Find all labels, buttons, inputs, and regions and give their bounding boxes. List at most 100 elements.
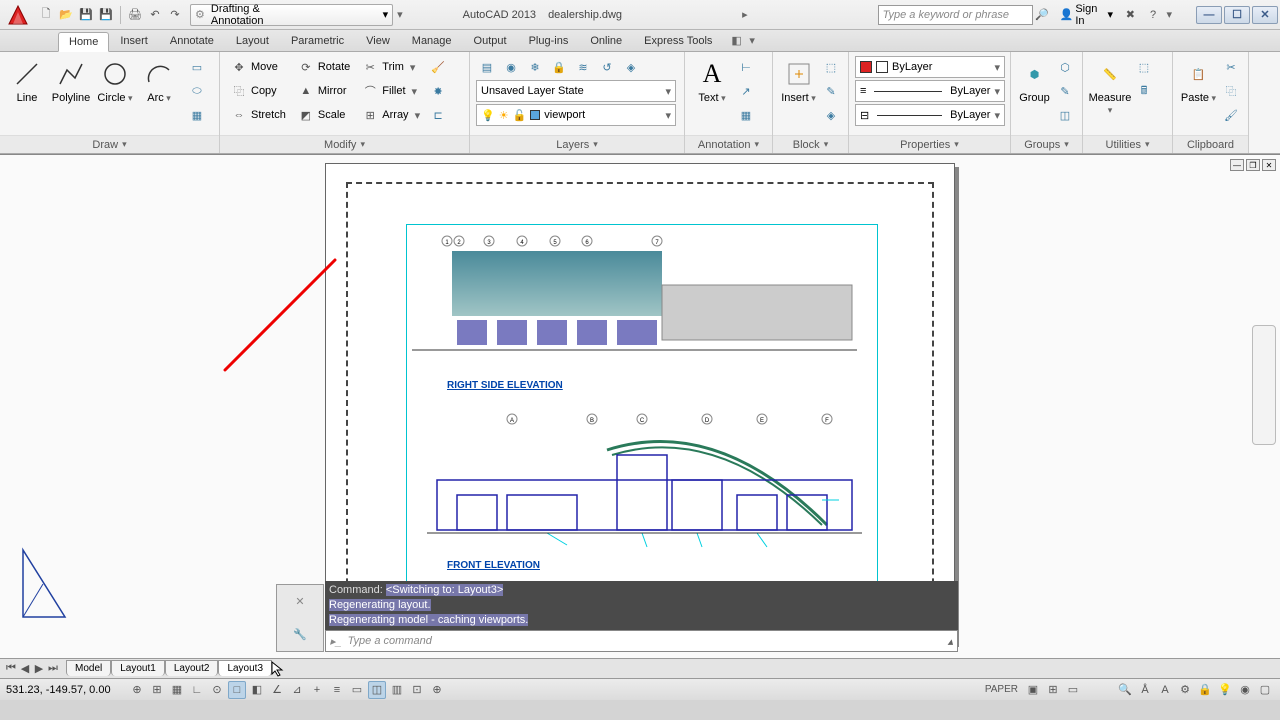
panel-modify[interactable]: Modify — [220, 135, 469, 153]
ellipse-icon[interactable]: ⬭ — [186, 80, 208, 102]
panel-clipboard[interactable]: Clipboard — [1173, 135, 1248, 153]
copy-clip-icon[interactable]: ⿻ — [1220, 80, 1242, 102]
polar-icon[interactable]: ⊙ — [208, 681, 226, 699]
close-cmd-icon[interactable]: ✕ — [277, 585, 323, 618]
edit-block-icon[interactable]: ✎ — [820, 80, 842, 102]
panel-annotation[interactable]: Annotation — [685, 135, 772, 153]
layer-props-icon[interactable]: ▤ — [476, 56, 498, 78]
tab-layout[interactable]: Layout — [225, 31, 280, 51]
toolbar-lock-icon[interactable]: 🔒 — [1196, 681, 1214, 699]
featured-apps-icon[interactable]: ◧ — [731, 34, 745, 48]
command-window[interactable]: Command: <Switching to: Layout3> Regener… — [325, 581, 958, 652]
arc-button[interactable]: Arc — [138, 56, 180, 104]
tab-home[interactable]: Home — [58, 32, 109, 52]
panel-groups[interactable]: Groups — [1011, 135, 1082, 153]
layer-match-icon[interactable]: ≋ — [572, 56, 594, 78]
new-icon[interactable]: 🗋 — [37, 6, 55, 24]
layer-lock-icon[interactable]: 🔒 — [548, 56, 570, 78]
layer-prev-icon[interactable]: ↺ — [596, 56, 618, 78]
exchange-icon[interactable]: ✖ — [1121, 5, 1140, 25]
command-recent-icon[interactable]: ▴ — [947, 635, 953, 648]
app-logo[interactable] — [2, 3, 33, 27]
tab-manage[interactable]: Manage — [401, 31, 463, 51]
array-button[interactable]: ⊞Array▾ — [357, 104, 425, 126]
match-prop-icon[interactable]: 🖌 — [1220, 104, 1242, 126]
qat-more-icon[interactable]: ▾ — [397, 8, 403, 21]
autoadd-scale-icon[interactable]: A — [1156, 681, 1174, 699]
layout-next-icon[interactable]: ▶ — [32, 662, 46, 676]
panel-draw[interactable]: Draw — [0, 135, 219, 153]
open-icon[interactable]: 📂 — [57, 6, 75, 24]
group-edit-icon[interactable]: ✎ — [1054, 80, 1076, 102]
save-icon[interactable]: 💾 — [77, 6, 95, 24]
tab-annotate[interactable]: Annotate — [159, 31, 225, 51]
panel-layers[interactable]: Layers — [470, 135, 684, 153]
leader-icon[interactable]: ↗ — [735, 80, 757, 102]
create-block-icon[interactable]: ⬚ — [820, 56, 842, 78]
ribbon-minimize-icon[interactable]: ▾ — [749, 34, 755, 47]
3dosnap-icon[interactable]: ◧ — [248, 681, 266, 699]
quickview-drawings-icon[interactable]: ▭ — [1064, 681, 1082, 699]
dyn-icon[interactable]: + — [308, 681, 326, 699]
panel-properties[interactable]: Properties — [849, 135, 1010, 153]
tab-plugins[interactable]: Plug-ins — [518, 31, 580, 51]
fillet-button[interactable]: ⌒Fillet▾ — [357, 80, 425, 102]
quickview-layouts-icon[interactable]: ⊞ — [1044, 681, 1062, 699]
qp-icon[interactable]: ◫ — [368, 681, 386, 699]
isolate-icon[interactable]: ◉ — [1236, 681, 1254, 699]
polyline-button[interactable]: Polyline — [50, 56, 92, 104]
infer-constraints-icon[interactable]: ⊕ — [128, 681, 146, 699]
layer-iso-icon[interactable]: ◈ — [620, 56, 642, 78]
explode-icon[interactable]: ✸ — [427, 80, 449, 102]
infocenter-icon[interactable]: 🔎 — [1033, 5, 1052, 25]
close-button[interactable]: ✕ — [1252, 6, 1278, 24]
mirror-button[interactable]: ▲Mirror — [293, 80, 355, 102]
offset-icon[interactable]: ⊏ — [427, 104, 449, 126]
doc-restore-icon[interactable]: ❐ — [1246, 159, 1260, 171]
move-button[interactable]: ✥Move — [226, 56, 291, 78]
circle-button[interactable]: Circle — [94, 56, 136, 104]
color-dropdown[interactable]: ByLayer▾ — [855, 56, 1005, 78]
doc-minimize-icon[interactable]: — — [1230, 159, 1244, 171]
tab-layout1[interactable]: Layout1 — [111, 660, 165, 676]
paste-button[interactable]: 📋Paste — [1179, 56, 1218, 104]
tab-layout3[interactable]: Layout3 — [218, 660, 272, 676]
layer-freeze-icon[interactable]: ❄ — [524, 56, 546, 78]
space-label[interactable]: PAPER — [981, 684, 1022, 695]
search-input[interactable]: Type a keyword or phrase — [878, 5, 1033, 25]
scale-button[interactable]: ◩Scale — [293, 104, 355, 126]
command-handle[interactable]: ✕ 🔧 — [276, 584, 324, 652]
model-paper-icon[interactable]: ▣ — [1024, 681, 1042, 699]
help-dd-icon[interactable]: ▾ — [1166, 8, 1172, 21]
otrack-icon[interactable]: ∠ — [268, 681, 286, 699]
hatch-icon[interactable]: ▦ — [186, 104, 208, 126]
sc-icon[interactable]: ▥ — [388, 681, 406, 699]
trim-button[interactable]: ✂Trim▾ — [357, 56, 425, 78]
wrench-icon[interactable]: 🔧 — [277, 618, 323, 651]
signin-button[interactable]: 👤 Sign In ▾ — [1056, 3, 1117, 27]
tab-output[interactable]: Output — [463, 31, 518, 51]
tab-online[interactable]: Online — [579, 31, 633, 51]
ortho-icon[interactable]: ∟ — [188, 681, 206, 699]
tab-layout2[interactable]: Layout2 — [165, 660, 219, 676]
panel-block[interactable]: Block — [773, 135, 848, 153]
hardware-accel-icon[interactable]: 💡 — [1216, 681, 1234, 699]
tab-insert[interactable]: Insert — [109, 31, 159, 51]
viewport[interactable]: 1 2 3 4 5 6 7 RIGHT SIDE ELEVATION — [406, 224, 878, 584]
erase-icon[interactable]: 🧹 — [427, 56, 449, 78]
rotate-button[interactable]: ⟳Rotate — [293, 56, 355, 78]
panel-utilities[interactable]: Utilities — [1083, 135, 1172, 153]
am-icon[interactable]: ⊡ — [408, 681, 426, 699]
grid-icon[interactable]: ▦ — [168, 681, 186, 699]
paper-model-toggle[interactable]: ⊕ — [428, 681, 446, 699]
layout-first-icon[interactable]: ⏮ — [4, 662, 18, 676]
table-icon[interactable]: ▦ — [735, 104, 757, 126]
tpy-icon[interactable]: ▭ — [348, 681, 366, 699]
annoscale-icon[interactable]: 🔍 — [1116, 681, 1134, 699]
copy-button[interactable]: ⿻Copy — [226, 80, 291, 102]
coordinates[interactable]: 531.23, -149.57, 0.00 — [6, 684, 126, 696]
text-button[interactable]: AText — [691, 56, 733, 104]
linetype-dropdown[interactable]: ⊟ ByLayer▾ — [855, 104, 1005, 126]
annovisibility-icon[interactable]: Å — [1136, 681, 1154, 699]
navigation-bar[interactable] — [1252, 325, 1276, 445]
